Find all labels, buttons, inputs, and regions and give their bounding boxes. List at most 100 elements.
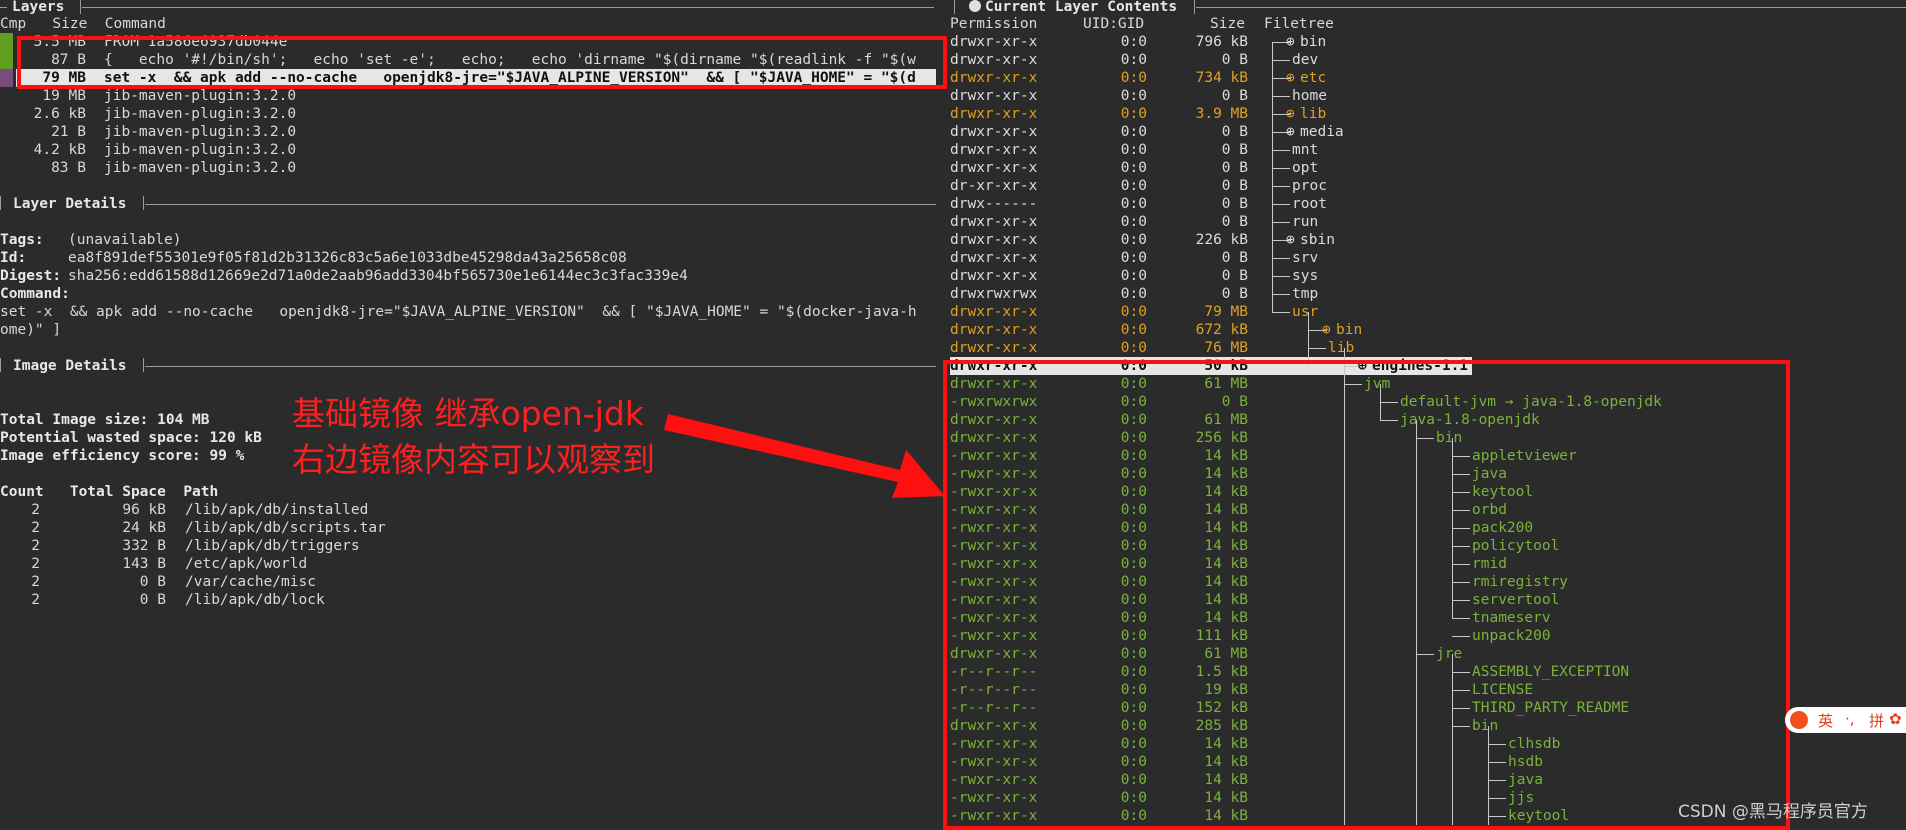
tree-node-name: lib: [1300, 106, 1327, 122]
expand-plus-icon[interactable]: ⊕: [1286, 33, 1295, 51]
tree-uid: 0:0: [1120, 88, 1147, 104]
tree-node-name: opt: [1292, 160, 1319, 176]
tree-size: 76 MB: [1204, 340, 1248, 356]
ime-gear-icon[interactable]: ✿: [1889, 710, 1902, 728]
expand-plus-icon[interactable]: ⊕: [1286, 69, 1295, 87]
total-image-size: Total Image size: 104 MB: [0, 412, 210, 428]
layer-details-title: Layer Details: [13, 196, 127, 212]
tree-connector: [1308, 348, 1326, 349]
tree-node-name: bin: [1336, 322, 1363, 338]
image-details-rule: [145, 366, 936, 367]
tree-size: 672 kB: [1195, 322, 1248, 338]
wasted-count: 2: [31, 574, 40, 590]
layer-command: jib-maven-plugin:3.2.0: [104, 142, 297, 158]
tree-connector: [1272, 204, 1290, 205]
tree-uid: 0:0: [1120, 160, 1147, 176]
tags-value: (unavailable): [68, 232, 182, 248]
tree-permission: drwxr-xr-x: [950, 142, 1038, 158]
tree-permission: drwxr-xr-x: [950, 160, 1038, 176]
tree-connector: [1272, 312, 1290, 313]
id-label: Id:: [0, 250, 27, 266]
tree-permission: drwxr-xr-x: [950, 106, 1038, 122]
tree-size: 0 B: [1221, 142, 1248, 158]
layer-size: 21 B: [51, 124, 86, 140]
wasted-space: 143 B: [122, 556, 166, 572]
digest-label: Digest:: [0, 268, 62, 284]
ime-lang[interactable]: 英: [1818, 710, 1833, 731]
tree-node-name: run: [1292, 214, 1319, 230]
wasted-space: 96 kB: [122, 502, 166, 518]
layer-command: jib-maven-plugin:3.2.0: [104, 160, 297, 176]
tree-node-name: srv: [1292, 250, 1319, 266]
expand-plus-icon[interactable]: ⊕: [1286, 105, 1295, 123]
ime-toolbar[interactable]: 英 ·, 拼 ✿: [1785, 707, 1906, 733]
wasted-path: /etc/apk/world: [185, 556, 308, 572]
tree-uid: 0:0: [1120, 214, 1147, 230]
ime-dots[interactable]: ·,: [1845, 710, 1855, 728]
tree-permission: drwxr-xr-x: [950, 268, 1038, 284]
layer-details-separator: [143, 196, 144, 210]
tree-size: 0 B: [1221, 250, 1248, 266]
tree-permission: drwxr-xr-x: [950, 52, 1038, 68]
contents-title-separator: [1194, 0, 1195, 14]
tree-permission: drwxr-xr-x: [950, 70, 1038, 86]
tree-uid: 0:0: [1120, 286, 1147, 302]
tree-permission: drwxr-xr-x: [950, 34, 1038, 50]
tree-permission: drwxr-xr-x: [950, 88, 1038, 104]
wasted-table-header: Count Total Space Path: [0, 484, 219, 500]
wasted-count: 2: [31, 592, 40, 608]
expand-plus-icon[interactable]: ⊕: [1286, 123, 1295, 141]
col-uid-header: UID:GID: [1083, 16, 1145, 32]
tree-connector: [1272, 258, 1290, 259]
tree-permission: drwxrwxrwx: [950, 286, 1038, 302]
tree-size: 226 kB: [1195, 232, 1248, 248]
tree-size: 0 B: [1221, 178, 1248, 194]
tree-connector: [1272, 60, 1290, 61]
wasted-path: /lib/apk/db/triggers: [185, 538, 360, 554]
tree-node-name: dev: [1292, 52, 1319, 68]
tree-size: 0 B: [1221, 124, 1248, 140]
tree-connector: [1272, 168, 1290, 169]
tree-size: 0 B: [1221, 268, 1248, 284]
contents-left-tick: [954, 0, 955, 14]
contents-focus-dot: [969, 0, 981, 12]
layers-rule-right: [82, 7, 934, 8]
tree-size: 0 B: [1221, 160, 1248, 176]
layer-size: 83 B: [51, 160, 86, 176]
tree-permission: drwxr-xr-x: [950, 340, 1038, 356]
tree-size: 0 B: [1221, 52, 1248, 68]
image-details-separator: [143, 358, 144, 372]
expand-plus-icon[interactable]: ⊕: [1322, 321, 1331, 339]
tree-connector: [1272, 276, 1290, 277]
potential-wasted-space: Potential wasted space: 120 kB: [0, 430, 262, 446]
tree-node-name: tmp: [1292, 286, 1319, 302]
contents-rule: [1196, 7, 1906, 8]
tree-size: 734 kB: [1195, 70, 1248, 86]
tree-uid: 0:0: [1120, 70, 1147, 86]
tree-permission: drwxr-xr-x: [950, 322, 1038, 338]
image-efficiency-score: Image efficiency score: 99 %: [0, 448, 245, 464]
tree-permission: drwxr-xr-x: [950, 124, 1038, 140]
tree-permission: drwxr-xr-x: [950, 214, 1038, 230]
col-size-header: Size: [1210, 16, 1245, 32]
wasted-path: /var/cache/misc: [185, 574, 316, 590]
tree-node-name: bin: [1300, 34, 1327, 50]
tree-uid: 0:0: [1120, 322, 1147, 338]
command-line-2: ome)" ]: [0, 322, 62, 338]
tree-size: 796 kB: [1195, 34, 1248, 50]
wasted-space: 332 B: [122, 538, 166, 554]
layer-command: jib-maven-plugin:3.2.0: [104, 106, 297, 122]
tree-permission: drwxr-xr-x: [950, 232, 1038, 248]
layer-compare-marker: [0, 69, 13, 87]
layer-command: jib-maven-plugin:3.2.0: [104, 88, 297, 104]
ime-pinyin[interactable]: 拼: [1869, 710, 1884, 731]
wasted-count: 2: [31, 556, 40, 572]
tree-uid: 0:0: [1120, 106, 1147, 122]
annotation-line-2: 右边镜像内容可以观察到: [292, 440, 655, 479]
tree-connector: [1272, 222, 1290, 223]
id-value: ea8f891def55301e9f05f81d2b31326c83c5a6e1…: [68, 250, 627, 266]
layers-title: Layers: [12, 0, 65, 15]
tree-uid: 0:0: [1120, 52, 1147, 68]
expand-plus-icon[interactable]: ⊕: [1286, 231, 1295, 249]
wasted-space: 0 B: [139, 592, 166, 608]
